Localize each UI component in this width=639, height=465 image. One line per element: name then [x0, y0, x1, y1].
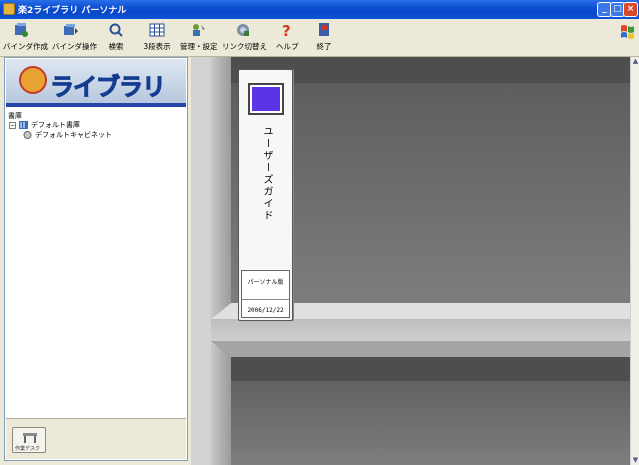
binder-create-button[interactable]: バインダ作成: [3, 22, 48, 56]
binder-color-swatch: [252, 87, 280, 111]
binder-tag-divider: [242, 299, 289, 300]
scroll-down-arrow-icon[interactable]: ▼: [631, 456, 639, 465]
exit-button[interactable]: 終了: [314, 22, 334, 56]
work-desk-button[interactable]: 作業デスク: [12, 427, 46, 453]
three-tier-button[interactable]: 3段表示: [143, 22, 171, 56]
vertical-scrollbar[interactable]: ▲ ▼: [630, 57, 639, 465]
settings-button[interactable]: 管理・設定: [180, 22, 218, 56]
binder-title: ユーザーズガイド: [261, 126, 272, 222]
cabinet-label: デフォルトキャビネット: [35, 131, 112, 139]
app-logo: ライブラリ: [6, 59, 186, 103]
title-bar: 楽2ライブラリ パーソナル _ □ ×: [0, 0, 639, 19]
search-icon: [109, 23, 123, 37]
left-panel: ライブラリ 書庫 − デフォルト書庫 デフォルトキャビネット 作業デスク: [4, 57, 188, 461]
settings-label: 管理・設定: [180, 42, 218, 51]
link-switch-button[interactable]: リンク切替え: [222, 22, 267, 56]
help-button[interactable]: ? ヘルプ: [276, 22, 299, 56]
svg-text:?: ?: [282, 22, 291, 38]
desk-icon: [23, 433, 37, 443]
library-label: デフォルト書庫: [31, 121, 80, 129]
library-icon: [19, 121, 28, 129]
exit-icon: [319, 23, 329, 36]
desk-area: 作業デスク: [6, 418, 186, 459]
app-window: 楽2ライブラリ パーソナル _ □ × バインダ作成 バインダ操作 検索 3段表…: [0, 0, 639, 465]
binder-operate-button[interactable]: バインダ操作: [52, 22, 97, 56]
three-tier-icon: [149, 23, 165, 37]
binder-user-guide[interactable]: ユーザーズガイド パーソナル版 2006/12/22: [238, 69, 293, 321]
tree-item-cabinet[interactable]: デフォルトキャビネット: [23, 130, 112, 140]
window-title: 楽2ライブラリ パーソナル: [18, 6, 127, 16]
binder-edition: パーソナル版: [247, 279, 284, 286]
binder-label-window: [248, 83, 284, 115]
search-button[interactable]: 検索: [104, 22, 128, 56]
logo-divider: [6, 103, 186, 107]
help-icon: ?: [282, 22, 291, 38]
logo-text: ライブラリ: [50, 73, 167, 102]
app-icon: [3, 3, 15, 15]
collapse-icon[interactable]: −: [9, 121, 16, 129]
settings-icon: [193, 24, 205, 36]
windows-flag-icon: [621, 25, 634, 39]
scroll-up-arrow-icon[interactable]: ▲: [631, 57, 639, 66]
exit-label: 終了: [316, 42, 332, 51]
binder-date: 2006/12/22: [247, 307, 284, 314]
cabinet-icon: [23, 131, 32, 139]
tree-item-library[interactable]: − デフォルト書庫: [9, 120, 80, 130]
binder-tag: パーソナル版 2006/12/22: [241, 270, 290, 318]
binder-create-label: バインダ作成: [3, 42, 48, 51]
help-label: ヘルプ: [276, 42, 299, 51]
binder-create-icon: [15, 23, 28, 37]
link-switch-icon: [237, 24, 249, 36]
logo-mark-icon: [19, 66, 47, 94]
three-tier-label: 3段表示: [143, 42, 171, 51]
work-desk-label: 作業デスク: [15, 446, 41, 452]
search-label: 検索: [108, 42, 124, 51]
close-button[interactable]: ×: [623, 2, 638, 17]
link-switch-label: リンク切替え: [222, 42, 267, 51]
binder-operate-icon: [64, 24, 78, 35]
binder-operate-label: バインダ操作: [52, 42, 97, 51]
toolbar: バインダ作成 バインダ操作 検索 3段表示 管理・設定 リンク切替え ? ヘルプ: [0, 19, 639, 57]
